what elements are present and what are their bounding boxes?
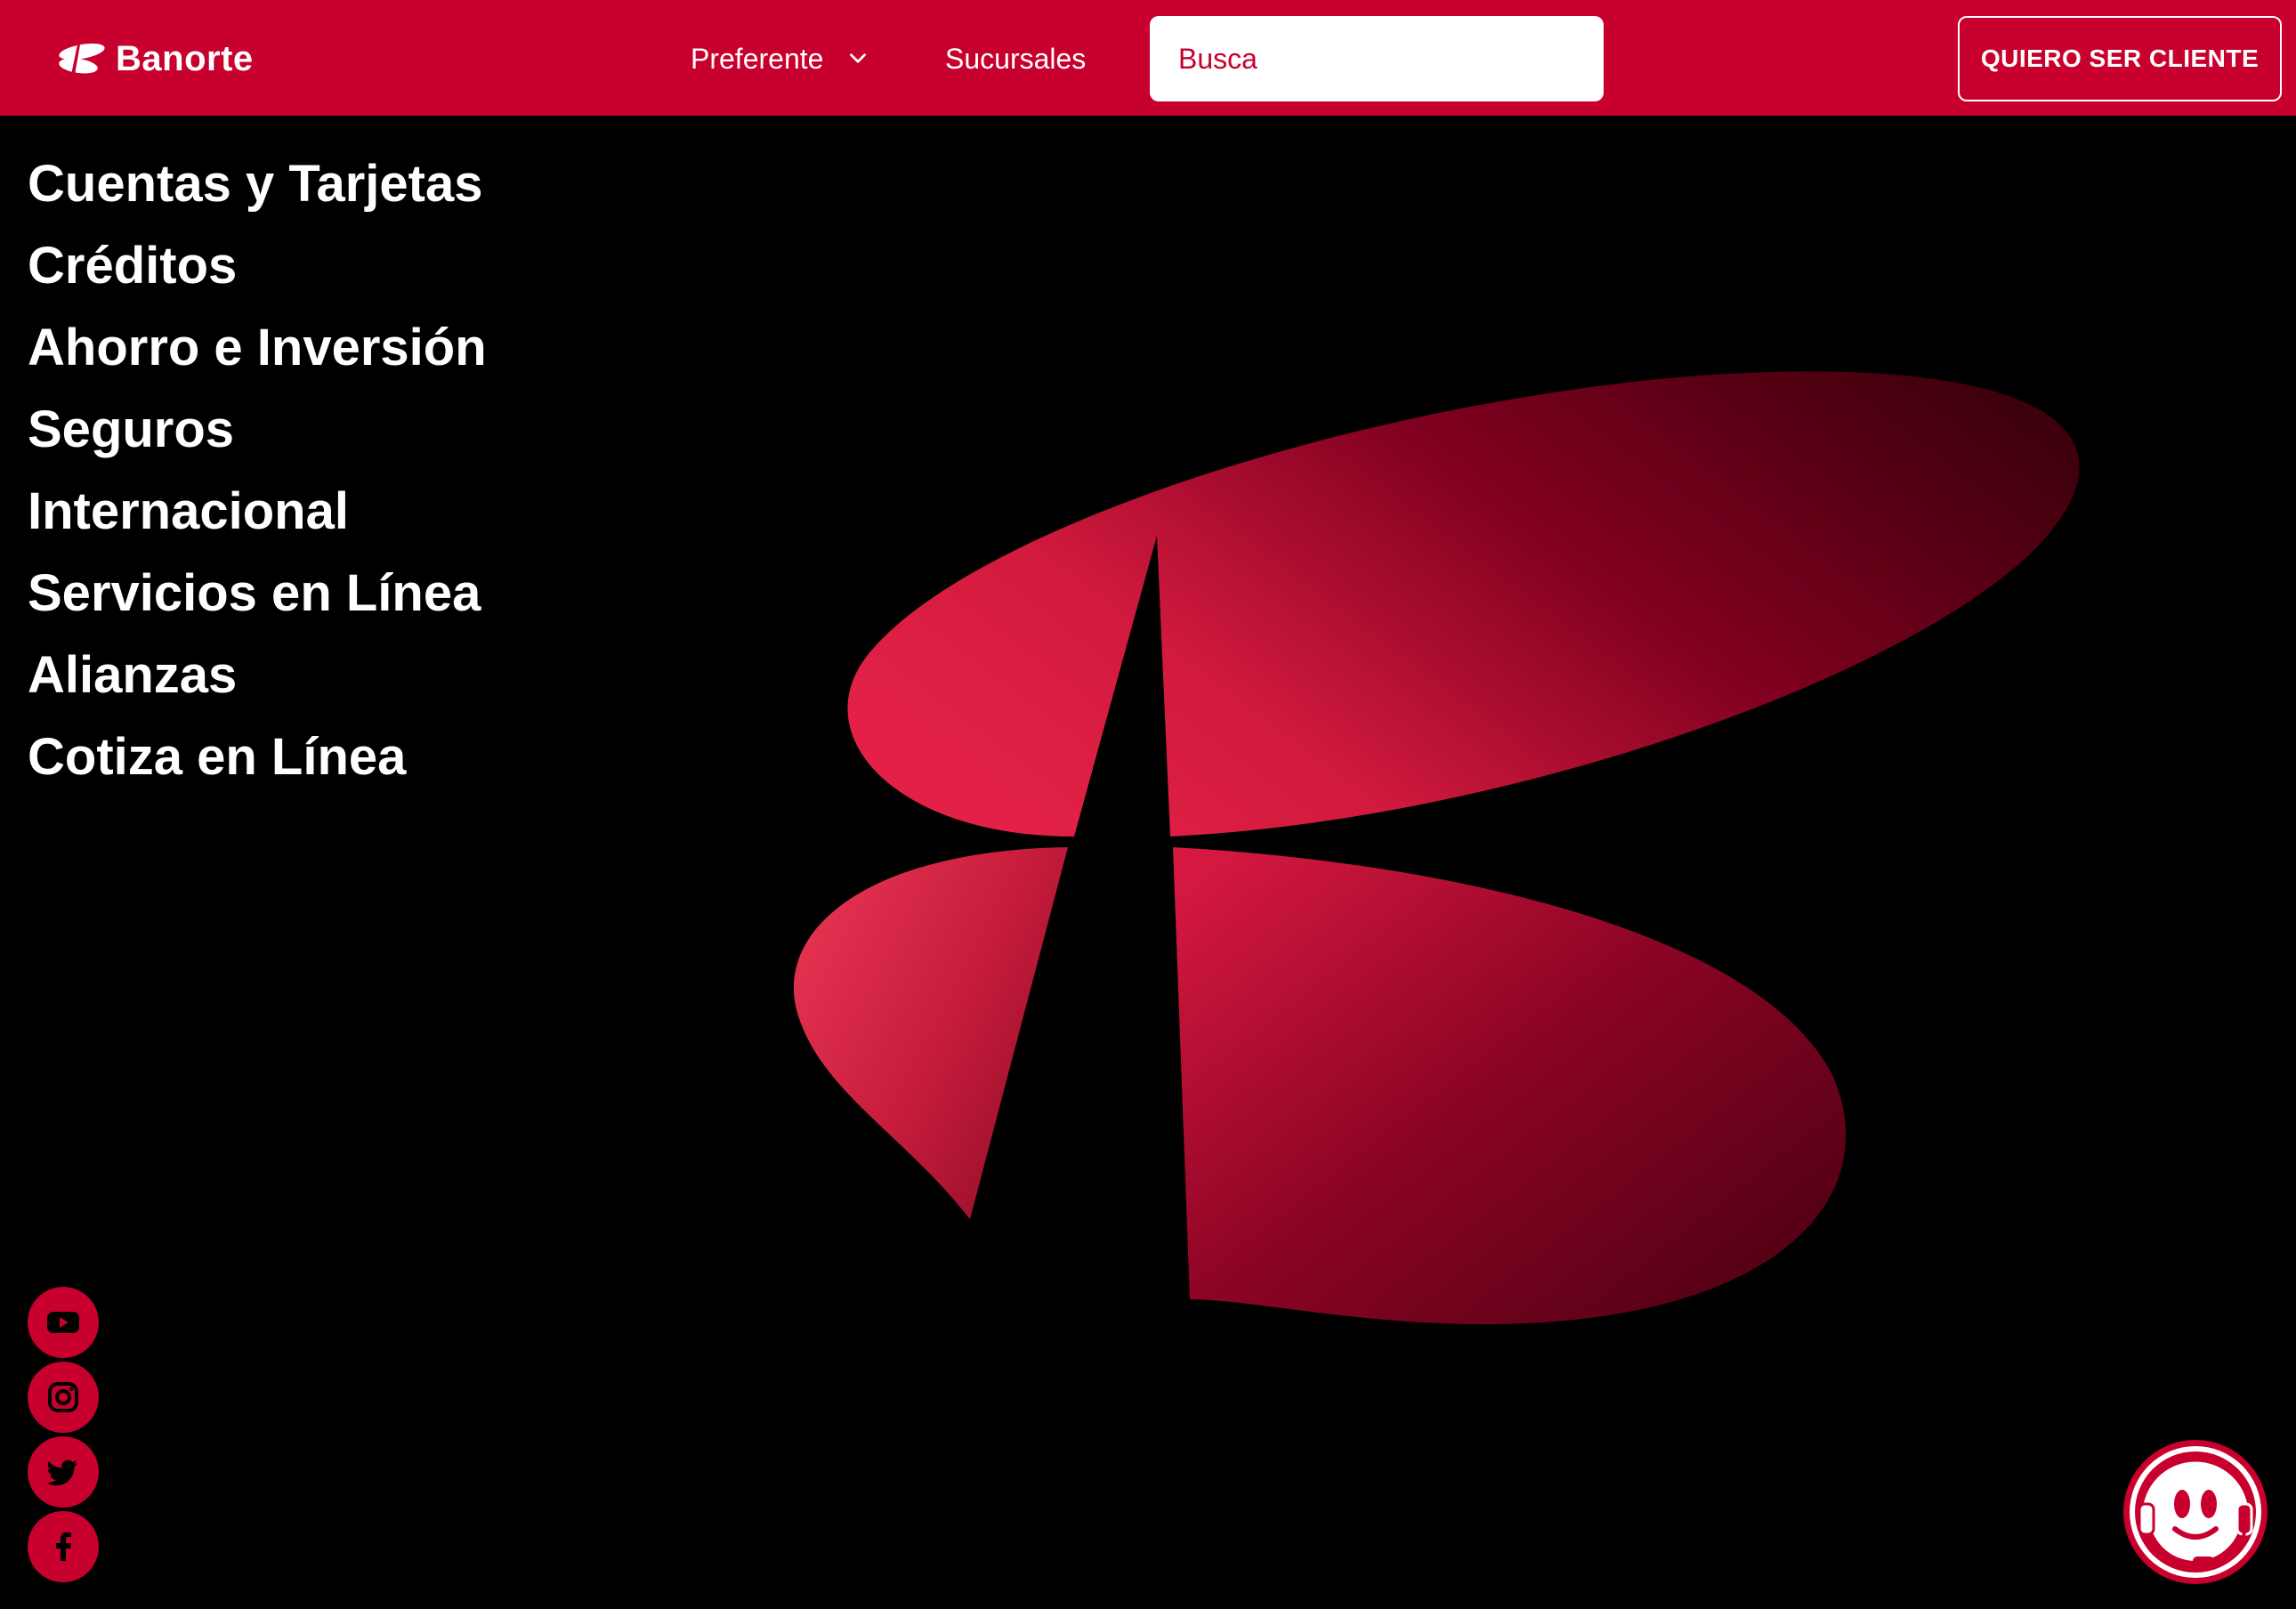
menu-item-cuentas-y-tarjetas[interactable]: Cuentas y Tarjetas [28,142,487,224]
social-links [28,1287,99,1586]
search-input[interactable] [1150,16,1604,101]
instagram-icon [48,1382,78,1412]
nav-preferente-label: Preferente [691,42,824,75]
facebook-link[interactable] [28,1511,99,1582]
youtube-icon [47,1312,79,1333]
menu-item-alianzas[interactable]: Alianzas [28,634,487,716]
cta-label: QUIERO SER CLIENTE [1980,44,2260,72]
chat-assistant-icon [2130,1446,2261,1578]
menu-item-seguros[interactable]: Seguros [28,388,487,470]
instagram-link[interactable] [28,1362,99,1433]
quiero-ser-cliente-button[interactable]: QUIERO SER CLIENTE [1958,16,2282,101]
facebook-icon [56,1532,71,1561]
banorte-logo-link[interactable]: Banorte [50,36,254,82]
logo-text: Banorte [116,38,254,78]
menu-item-ahorro-e-inversion[interactable]: Ahorro e Inversión [28,306,487,388]
chevron-down-icon [850,53,867,63]
menu-item-servicios-en-linea[interactable]: Servicios en Línea [28,552,487,634]
nav-sucursales-label: Sucursales [945,42,1087,75]
banorte-hero-emblem [793,371,2080,1325]
chat-assistant-button[interactable] [2123,1440,2268,1584]
main-menu: Cuentas y Tarjetas Créditos Ahorro e Inv… [28,142,487,797]
youtube-link[interactable] [28,1287,99,1358]
menu-item-internacional[interactable]: Internacional [28,470,487,552]
top-navbar: Banorte Preferente Sucursales QUIERO SER… [0,0,2296,116]
nav-sucursales-link[interactable]: Sucursales [945,36,1086,82]
twitter-icon [46,1459,78,1486]
nav-preferente-dropdown[interactable]: Preferente [691,36,869,82]
menu-item-creditos[interactable]: Créditos [28,224,487,306]
menu-item-cotiza-en-linea[interactable]: Cotiza en Línea [28,716,487,797]
twitter-link[interactable] [28,1436,99,1508]
banorte-logo-icon [59,43,105,75]
